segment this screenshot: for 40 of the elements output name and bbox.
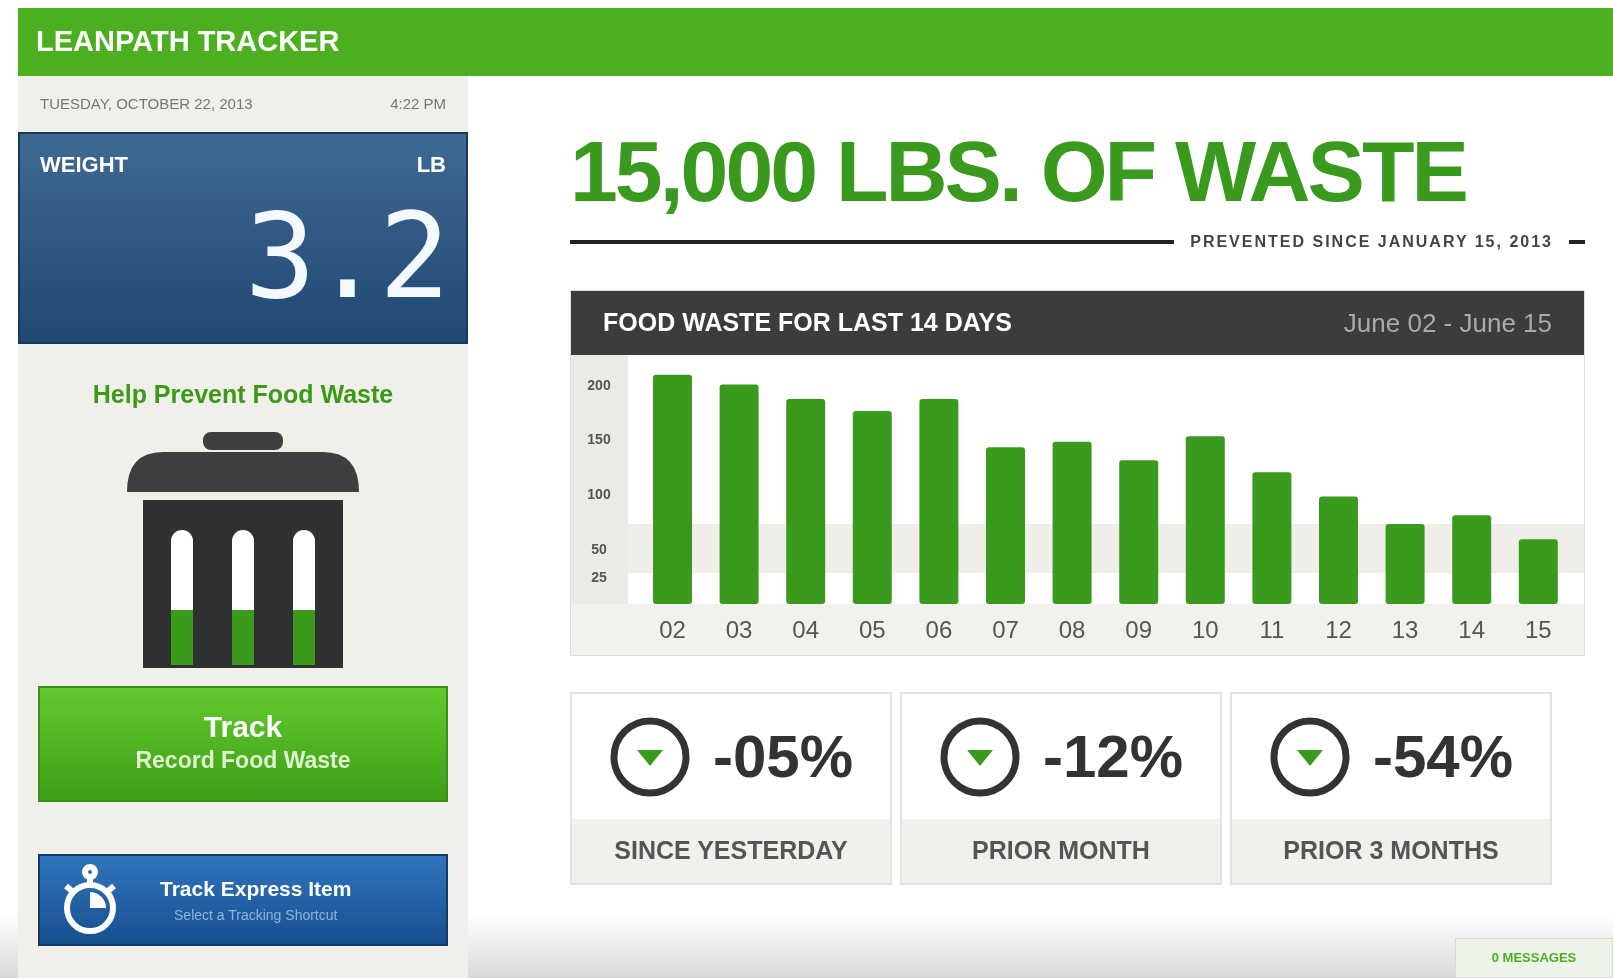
x-tick-label: 13 (1391, 616, 1419, 643)
chart-bar (1518, 539, 1558, 604)
y-tick-label: 150 (587, 431, 611, 448)
stat-label: PRIOR MONTH (972, 835, 1150, 867)
stat-value: -54% (1372, 721, 1514, 792)
chart-title: FOOD WASTE FOR LAST 14 DAYS (603, 307, 1012, 339)
track-express-button[interactable]: Track Express Item Select a Tracking Shortcut (38, 853, 448, 946)
stat-value: -12% (1042, 721, 1184, 792)
x-tick-label: 03 (725, 616, 753, 643)
x-tick-label: 07 (992, 616, 1019, 643)
x-tick-label: 02 (659, 616, 686, 643)
date-range: June 02 - June 15 (1343, 306, 1552, 340)
track-button[interactable]: Track Record Food Waste (38, 685, 448, 802)
x-tick-label: 05 (858, 616, 886, 643)
x-tick-label: 12 (1325, 616, 1352, 643)
stat-label: SINCE YESTERDAY (614, 835, 848, 867)
prompt-text: Help Prevent Food Waste (92, 380, 394, 408)
x-tick-label: 11 (1259, 616, 1285, 643)
x-tick-label: 14 (1458, 616, 1486, 643)
x-tick-label: 04 (792, 616, 820, 643)
x-tick-label: 09 (1125, 616, 1153, 643)
app-title: LEANPATH TRACKER (36, 24, 340, 60)
messages-tab[interactable]: 0 MESSAGES (1455, 938, 1613, 978)
unit-label: LB (416, 151, 446, 179)
stat-label: PRIOR 3 MONTHS (1283, 835, 1499, 867)
time-text: 4:22 PM (390, 93, 446, 114)
weight-label: WEIGHT (40, 151, 128, 179)
x-tick-label: 06 (925, 616, 953, 643)
headline-subtitle: PREVENTED SINCE JANUARY 15, 2013 (1190, 232, 1553, 252)
headline-text: 15,000 LBS. OF WASTE (570, 128, 1467, 214)
y-tick-label: 25 (591, 568, 607, 585)
weight-value: 3.2 (244, 197, 446, 315)
date-text: TUESDAY, OCTOBER 22, 2013 (40, 93, 253, 114)
y-tick-label: 100 (587, 486, 611, 503)
x-tick-label: 08 (1058, 616, 1086, 643)
x-tick-label: 10 (1191, 616, 1219, 643)
y-tick-label: 200 (587, 376, 611, 393)
stat-value: -05% (712, 721, 854, 792)
y-tick-label: 50 (591, 541, 607, 558)
x-tick-label: 15 (1524, 616, 1552, 643)
